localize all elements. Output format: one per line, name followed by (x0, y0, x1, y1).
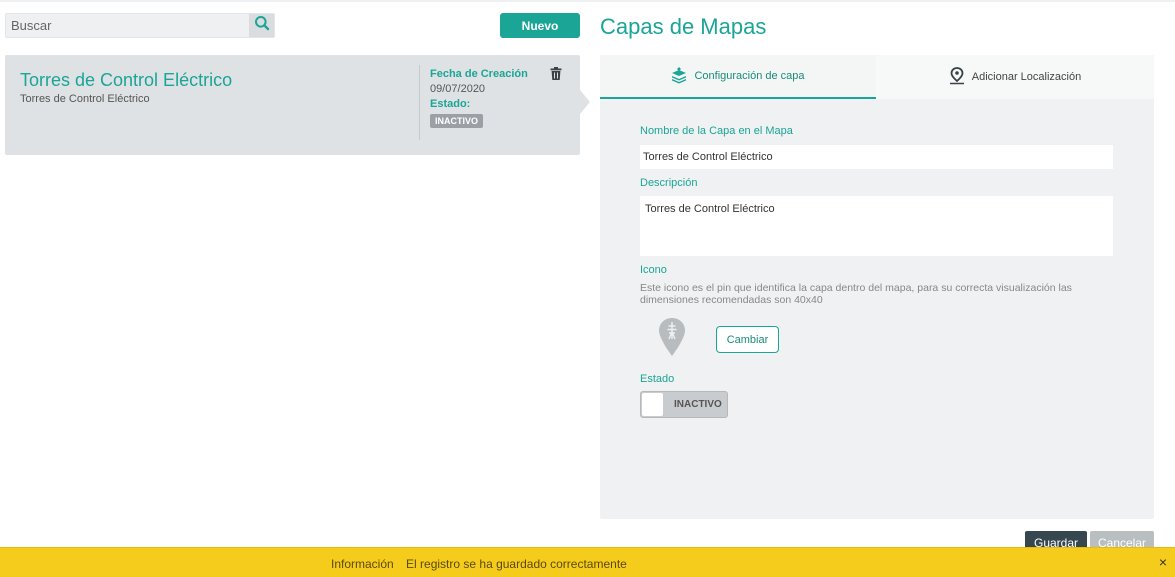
tab-label: Configuración de capa (694, 70, 805, 82)
notification-message: El registro se ha guardado correctamente (406, 557, 627, 571)
toggle-knob (642, 393, 663, 416)
tab-bar: Configuración de capa Adicionar Localiza… (600, 55, 1154, 99)
tab-layer-config[interactable]: Configuración de capa (600, 55, 876, 99)
status-label: Estado: (430, 98, 471, 110)
icon-label: Icono (640, 264, 667, 276)
item-divider (419, 65, 420, 140)
search-box (5, 13, 275, 38)
trash-icon[interactable] (550, 67, 562, 85)
close-icon[interactable]: × (1159, 554, 1167, 570)
new-button[interactable]: Nuevo (500, 13, 580, 38)
search-icon (254, 15, 270, 36)
item-title: Torres de Control Eléctrico (20, 70, 233, 90)
selection-arrow (580, 90, 590, 114)
status-field-label: Estado (640, 373, 675, 385)
top-divider (0, 0, 1175, 2)
item-subtitle: Torres de Control Eléctrico (20, 93, 150, 105)
item-meta: Fecha de Creación 09/07/2020 Estado: INA… (430, 67, 528, 129)
notification-content: Información El registro se ha guardado c… (331, 557, 627, 571)
status-toggle[interactable]: INACTIVO (640, 391, 728, 418)
list-item[interactable]: Torres de Control Eléctrico Torres de Co… (5, 55, 580, 155)
description-input[interactable]: Torres de Control Eléctrico (640, 196, 1113, 256)
status-badge: INACTIVO (430, 114, 484, 128)
layer-name-input[interactable] (640, 145, 1113, 169)
tab-label: Adicionar Localización (971, 71, 1082, 83)
search-button[interactable] (249, 14, 274, 37)
description-label: Descripción (640, 177, 698, 189)
map-pin-icon (949, 66, 965, 88)
notification-title: Información (331, 557, 394, 571)
created-label: Fecha de Creación (430, 68, 528, 80)
layer-form-panel: Configuración de capa Adicionar Localiza… (600, 55, 1154, 519)
page-title: Capas de Mapas (600, 14, 767, 39)
created-value: 09/07/2020 (430, 83, 486, 95)
layer-pin-icon (658, 317, 686, 362)
layer-name-label: Nombre de la Capa en el Mapa (640, 125, 793, 137)
search-input[interactable] (6, 14, 250, 37)
change-icon-button[interactable]: Cambiar (716, 326, 779, 353)
toggle-label: INACTIVO (674, 399, 722, 410)
tab-add-location[interactable]: Adicionar Localización (876, 55, 1154, 99)
icon-help-text: Este icono es el pin que identifica la c… (640, 282, 1072, 306)
notification-bar: Información El registro se ha guardado c… (0, 547, 1175, 577)
layers-icon (671, 66, 687, 87)
